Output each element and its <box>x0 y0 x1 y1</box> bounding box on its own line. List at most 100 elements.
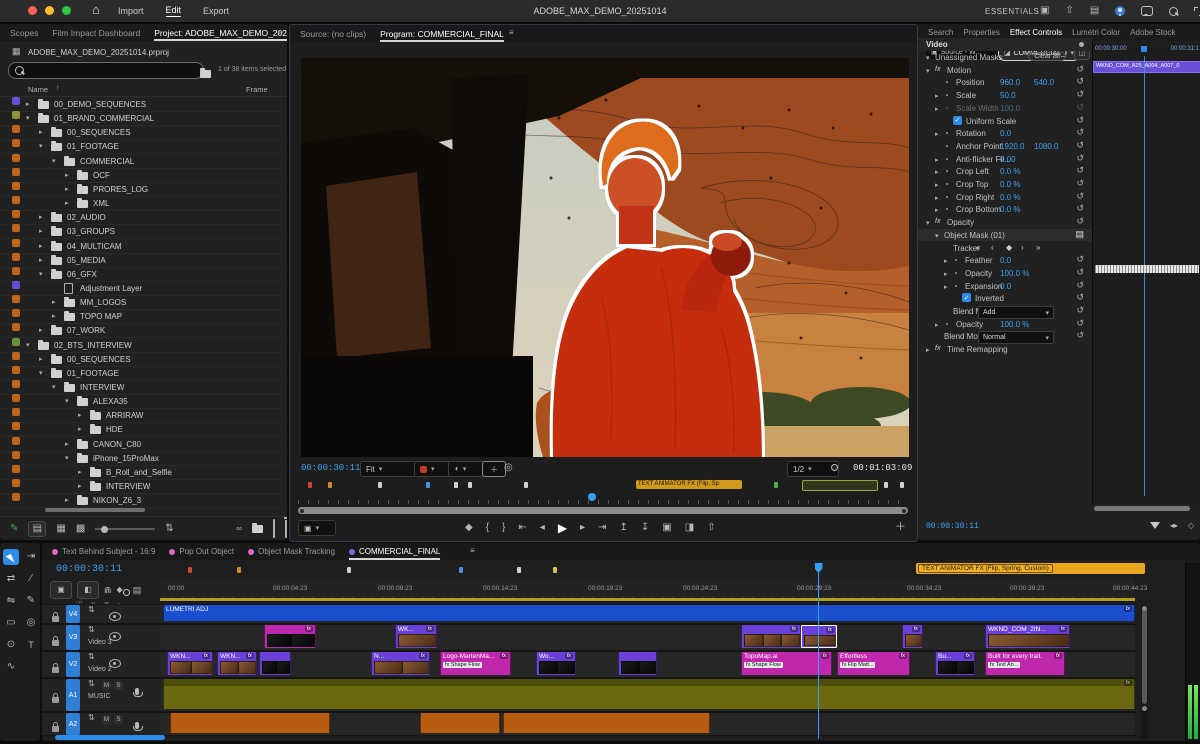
reset-parameter-icon[interactable]: ↺ <box>1076 89 1084 100</box>
expand-arrow-icon[interactable]: ▸ <box>935 105 939 113</box>
label-color-chip[interactable] <box>12 323 20 331</box>
monitor-playhead[interactable] <box>588 493 596 501</box>
column-header-frame[interactable]: Frame <box>246 85 268 94</box>
timeline-clip-bu[interactable]: Bu...fx <box>935 652 975 675</box>
bin-row-nikon-z6-3[interactable]: ▸NIKON_Z6_3 <box>0 493 283 508</box>
voiceover-mic-icon[interactable] <box>135 722 139 729</box>
project-tab-scopes[interactable]: Scopes <box>10 24 38 41</box>
collapse-arrow-icon[interactable]: ▾ <box>39 369 43 377</box>
bin-row-06-gfx[interactable]: ▾06_GFX <box>0 267 283 282</box>
stopwatch-icon[interactable]: ◔ <box>944 155 949 164</box>
bin-row-00-demo-sequences[interactable]: ▸00_DEMO_SEQUENCES <box>0 97 283 112</box>
bin-row-02-bts-interview[interactable]: ▾02_BTS_INTERVIEW <box>0 338 283 353</box>
magnetic-select[interactable]: ◖▾ <box>448 461 486 477</box>
mute-button[interactable]: M <box>102 681 111 690</box>
play-icon[interactable]: ▶ <box>558 522 567 534</box>
bin-row-04-multicam[interactable]: ▸04_MULTICAM <box>0 239 283 254</box>
expand-arrow-icon[interactable]: ▸ <box>39 128 43 136</box>
video-section-header[interactable]: Video <box>918 40 948 49</box>
reset-parameter-icon[interactable]: ↺ <box>1076 280 1084 291</box>
fx-row-anti-flicker-fil[interactable]: ▸◔Anti-flicker Fil...0.00↺ <box>918 153 1092 166</box>
rectangle-tool[interactable]: ▭ <box>3 615 19 631</box>
bin-row-00-sequences[interactable]: ▸00_SEQUENCES <box>0 352 283 367</box>
project-tab-film-impact-dashboard[interactable]: Film Impact Dashboard <box>52 24 140 41</box>
timeline-clip-logo-martenma[interactable]: Logo-MartenMa...fxfx Shape Flow <box>440 652 511 675</box>
expand-arrow-icon[interactable]: ▸ <box>39 213 43 221</box>
keyframe-lane[interactable]: 00:00:30:00 00:00:31:1 WKND_COM_A25_A004… <box>1092 42 1200 504</box>
zoom-slider[interactable] <box>95 528 155 530</box>
go-to-in-icon[interactable]: ⇤ <box>518 523 526 533</box>
add-panel-button[interactable]: ＋ <box>895 522 906 533</box>
sequence-marker[interactable] <box>378 482 382 488</box>
track-header-v3[interactable]: V3⇅Video 3 <box>42 624 160 651</box>
expand-arrow-icon[interactable]: ▸ <box>65 171 69 179</box>
project-filename[interactable]: ADOBE_MAX_DEMO_20251014.prproj <box>28 48 169 57</box>
project-tab-project-adobe-max-demo-20251014[interactable]: Project: ADOBE_MAX_DEMO_20251014 <box>154 24 287 41</box>
sequence-marker[interactable] <box>426 482 430 488</box>
fx-row-motion[interactable]: ▾fxMotion↺ <box>918 64 1092 77</box>
expand-arrow-icon[interactable]: ▸ <box>39 227 43 235</box>
reset-parameter-icon[interactable]: ↺ <box>1076 102 1084 113</box>
reset-parameter-icon[interactable]: ↺ <box>1076 318 1084 329</box>
label-color-chip[interactable] <box>12 352 20 360</box>
fx-row-inverted[interactable]: ✓Inverted↺ <box>918 292 1092 305</box>
fx-row-scale[interactable]: ▸◔Scale50.0↺ <box>918 89 1092 102</box>
automation-icon[interactable]: ∞ <box>236 525 242 533</box>
parameter-value[interactable]: 0.0 % <box>1000 205 1020 214</box>
bin-row-prores-log[interactable]: ▸PRORES_LOG <box>0 182 283 197</box>
monitor-tab-source-no-clips[interactable]: Source: (no clips) <box>300 25 366 42</box>
stopwatch-icon[interactable]: ◔ <box>953 269 958 278</box>
parameter-value[interactable]: 0.0 % <box>1000 193 1020 202</box>
selection-tool[interactable] <box>3 549 19 565</box>
timeline-clip[interactable]: fx <box>902 625 923 648</box>
bin-row-interview[interactable]: ▾INTERVIEW <box>0 380 283 395</box>
parameter-value[interactable]: 0.00 <box>1000 155 1016 164</box>
filter-properties-icon[interactable] <box>1150 522 1160 529</box>
monitor-green-marker-label[interactable] <box>802 480 878 491</box>
expand-arrow-icon[interactable]: ▸ <box>39 242 43 250</box>
label-color-chip[interactable] <box>12 168 20 176</box>
parameter-value[interactable]: 100.0 % <box>1000 269 1029 278</box>
clear-all-button[interactable]: Clear all <box>1028 52 1066 61</box>
stopwatch-icon[interactable]: ◔ <box>944 91 949 100</box>
zoom-level-select[interactable]: Fit▾ <box>360 461 416 477</box>
fx-row-anchor-point[interactable]: ◔Anchor Point1920.01080.0↺ <box>918 140 1092 153</box>
collapse-arrow-icon[interactable]: ▾ <box>926 54 930 62</box>
stopwatch-icon[interactable]: ◔ <box>944 104 949 113</box>
reset-parameter-icon[interactable]: ↺ <box>1076 267 1084 278</box>
list-view-button[interactable]: ▤ <box>28 521 46 537</box>
label-color-chip[interactable] <box>12 295 20 303</box>
stopwatch-icon[interactable]: ◔ <box>953 256 958 265</box>
reset-parameter-icon[interactable]: ↺ <box>1076 191 1084 202</box>
track-name-label[interactable]: Video 3 <box>88 639 112 646</box>
timeline-tab-pop-out-object[interactable]: Pop Out Object <box>169 543 234 560</box>
bin-row-mm-logos[interactable]: ▸MM_LOGOS <box>0 295 283 310</box>
label-color-chip[interactable] <box>12 422 20 430</box>
collapse-arrow-icon[interactable]: ▾ <box>52 383 56 391</box>
tracker-keyframe-bar[interactable] <box>1095 265 1199 273</box>
stopwatch-icon[interactable]: ◔ <box>953 282 958 291</box>
reset-parameter-icon[interactable]: ↺ <box>1076 330 1084 341</box>
icon-view-button[interactable]: ▦ <box>56 524 65 534</box>
fx-row-feather[interactable]: ▸◔Feather0.0↺ <box>918 254 1092 267</box>
fx-row-crop-bottom[interactable]: ▸◔Crop Bottom0.0 %↺ <box>918 203 1092 216</box>
section-toggle-dot[interactable] <box>1079 42 1084 47</box>
monitor-scrollbar[interactable] <box>298 507 908 514</box>
expand-arrow-icon[interactable]: ▸ <box>935 194 939 202</box>
snap-toggle-icon[interactable]: ◎ <box>504 463 513 473</box>
lane-clip-bar[interactable]: WKND_COM_A25_A004_A007_0 <box>1093 61 1200 73</box>
sort-icon[interactable]: ⇅ <box>165 524 173 534</box>
new-bin-icon[interactable] <box>252 520 263 538</box>
search-icon[interactable] <box>1169 7 1178 16</box>
monitor-tab-program-commercial-final[interactable]: Program: COMMERCIAL_FINAL <box>380 25 504 42</box>
fx-row-opacity[interactable]: ▸◔Opacity100.0 %↺ <box>918 318 1092 331</box>
track-target-a2[interactable]: A2 <box>66 713 80 735</box>
timeline-marker[interactable] <box>553 567 557 573</box>
expand-arrow-icon[interactable]: ▸ <box>78 482 82 490</box>
zoom-tool[interactable]: ◎ <box>23 615 39 631</box>
expand-arrow-icon[interactable]: ▸ <box>39 326 43 334</box>
label-color-chip[interactable] <box>12 267 20 275</box>
label-color-chip[interactable] <box>12 366 20 374</box>
bin-row-xml[interactable]: ▸XML <box>0 196 283 211</box>
timeline-clip-wo[interactable]: Wo...fx <box>536 652 576 675</box>
